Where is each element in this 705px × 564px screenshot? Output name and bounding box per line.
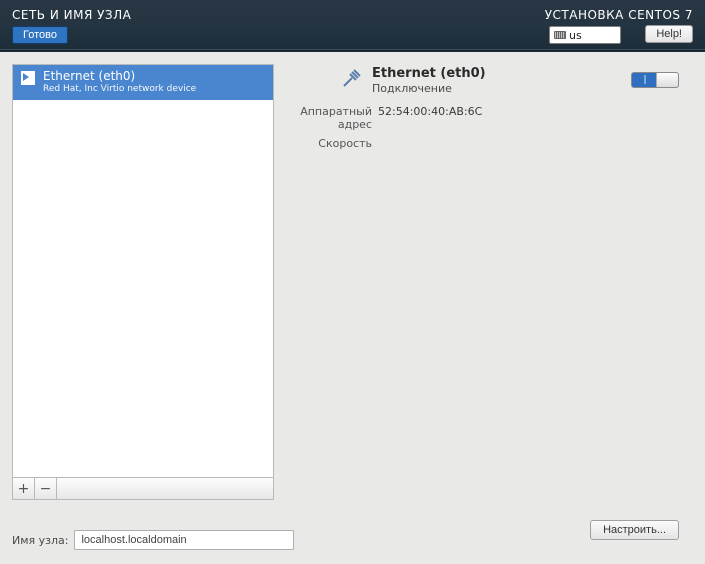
install-title: УСТАНОВКА CENTOS 7 — [545, 8, 693, 22]
device-name: Ethernet (eth0) — [43, 69, 196, 83]
network-device-list[interactable]: Ethernet (eth0) Red Hat, Inc Virtio netw… — [12, 64, 274, 478]
ethernet-icon — [21, 71, 35, 85]
detail-status: Подключение — [372, 82, 486, 95]
configure-button[interactable]: Настроить... — [590, 520, 679, 540]
hostname-label: Имя узла: — [12, 534, 68, 547]
speed-row: Скорость — [286, 137, 689, 150]
done-button[interactable]: Готово — [12, 26, 68, 44]
keyboard-layout-label: us — [569, 29, 582, 42]
keyboard-layout-indicator[interactable]: us — [549, 26, 621, 44]
add-device-button[interactable]: + — [13, 478, 35, 499]
keyboard-icon — [554, 31, 566, 39]
detail-title: Ethernet (eth0) — [372, 66, 486, 81]
connection-toggle[interactable]: | — [631, 72, 679, 88]
ethernet-plug-icon — [340, 66, 364, 90]
network-device-item[interactable]: Ethernet (eth0) Red Hat, Inc Virtio netw… — [13, 65, 273, 100]
hw-address-label: Аппаратный адрес — [286, 105, 372, 131]
toggle-knob — [656, 73, 678, 87]
hw-address-row: Аппаратный адрес 52:54:00:40:AB:6C — [286, 105, 689, 131]
hostname-input[interactable] — [74, 530, 294, 550]
installer-header: СЕТЬ И ИМЯ УЗЛА УСТАНОВКА CENTOS 7 Готов… — [0, 0, 705, 50]
help-button[interactable]: Help! — [645, 25, 693, 43]
remove-device-button[interactable]: − — [35, 478, 57, 499]
page-title: СЕТЬ И ИМЯ УЗЛА — [12, 8, 131, 22]
device-list-toolbar: + − — [12, 478, 274, 500]
speed-label: Скорость — [286, 137, 372, 150]
toggle-on-label: | — [632, 75, 656, 85]
device-vendor: Red Hat, Inc Virtio network device — [43, 84, 196, 95]
hw-address-value: 52:54:00:40:AB:6C — [378, 105, 482, 131]
